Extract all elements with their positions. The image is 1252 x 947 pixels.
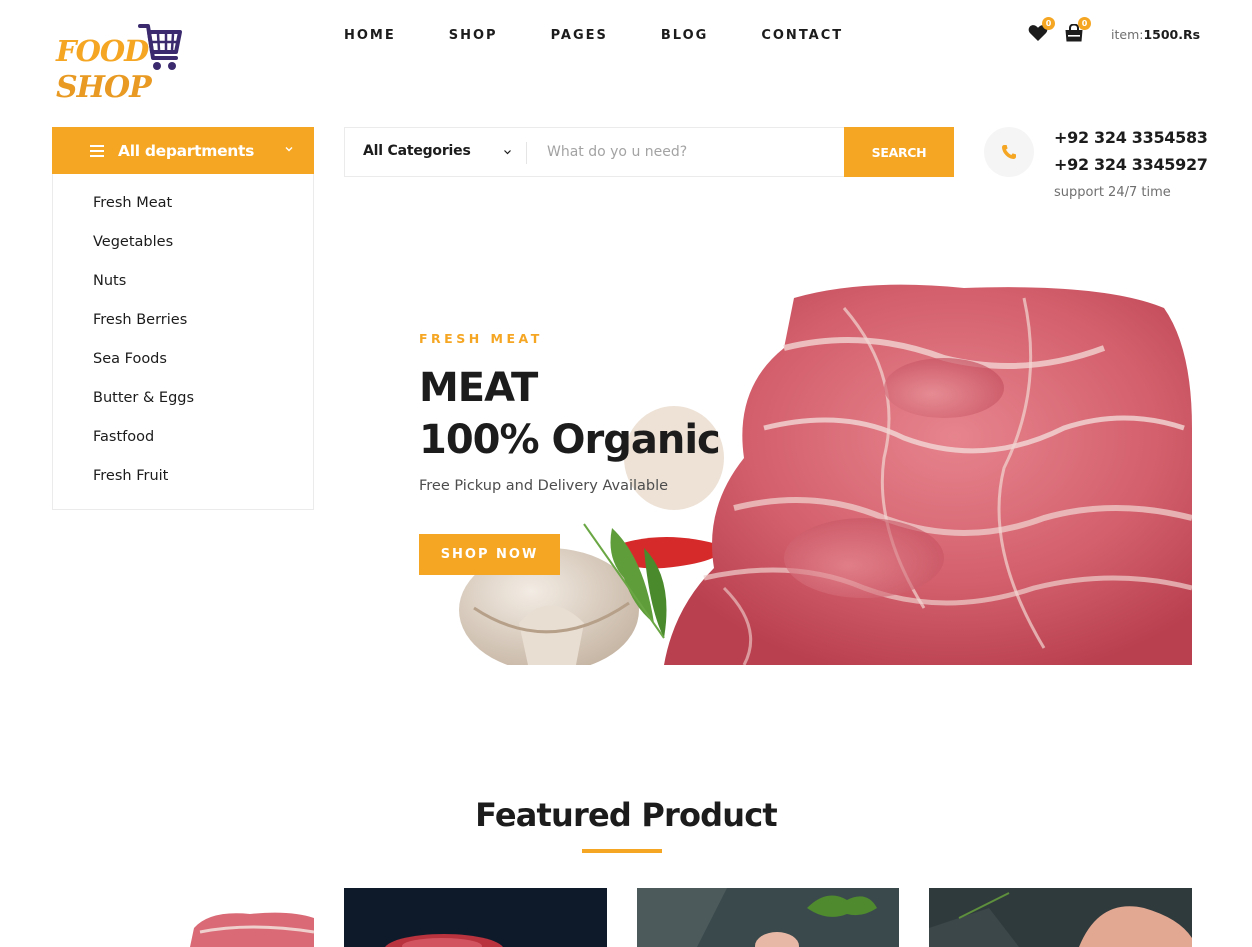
product-image-meat (190, 888, 314, 947)
search-form: All Categories SEARCH (344, 127, 954, 177)
chevron-down-icon (504, 150, 511, 155)
department-item[interactable]: Fresh Berries (93, 312, 187, 328)
departments-toggle[interactable]: All departments (52, 127, 314, 174)
wishlist-count-badge: 0 (1042, 17, 1055, 30)
product-card-image[interactable] (929, 888, 1192, 947)
department-item[interactable]: Fresh Meat (93, 195, 172, 211)
wishlist-button[interactable]: 0 (1028, 17, 1055, 42)
product-card-image[interactable] (190, 888, 314, 947)
cart-count-badge: 0 (1078, 17, 1091, 30)
department-item[interactable]: Fresh Fruit (93, 468, 168, 484)
department-item[interactable]: Butter & Eggs (93, 390, 194, 406)
department-item[interactable]: Vegetables (93, 234, 173, 250)
phone-number: +92 324 3345927 (1054, 155, 1208, 174)
cart-total-label: item: (1111, 27, 1144, 42)
product-card-image[interactable] (344, 888, 607, 947)
support-hours: support 24/7 time (1054, 185, 1171, 200)
phone-icon (1002, 145, 1016, 159)
site-logo[interactable]: FOOD SHOP (52, 22, 182, 110)
chevron-down-icon (285, 147, 293, 152)
featured-underline (582, 849, 662, 853)
hero-title: MEAT 100% Organic (419, 362, 721, 466)
phone-icon-circle (984, 127, 1034, 177)
department-item[interactable]: Nuts (93, 273, 126, 289)
department-item[interactable]: Sea Foods (93, 351, 167, 367)
nav-contact[interactable]: CONTACT (761, 28, 843, 44)
hero-subtitle: Free Pickup and Delivery Available (419, 478, 669, 494)
phone-number: +92 324 3354583 (1054, 128, 1208, 147)
main-nav: HOME SHOP PAGES BLOG CONTACT (344, 28, 896, 44)
menu-icon (90, 144, 104, 157)
nav-blog[interactable]: BLOG (661, 28, 708, 44)
cart-total: item:1500.Rs (1111, 27, 1200, 42)
hero-title-line: 100% Organic (419, 417, 721, 463)
departments-title: All departments (118, 141, 255, 160)
cart-icon (138, 24, 182, 70)
logo-word-food: FOOD (56, 34, 149, 68)
department-item[interactable]: Fastfood (93, 429, 154, 445)
product-card-image[interactable] (637, 888, 899, 947)
featured-title: Featured Product (475, 796, 778, 834)
departments-list: Fresh Meat Vegetables Nuts Fresh Berries… (52, 174, 314, 510)
nav-shop[interactable]: SHOP (449, 28, 498, 44)
logo-word-shop: SHOP (56, 70, 152, 105)
search-divider (526, 142, 527, 164)
product-image-poultry (929, 888, 1192, 947)
hero-eyebrow: FRESH MEAT (419, 331, 543, 346)
cart-button[interactable]: 0 (1064, 17, 1091, 42)
nav-home[interactable]: HOME (344, 28, 396, 44)
nav-pages[interactable]: PAGES (551, 28, 608, 44)
shop-now-button[interactable]: SHOP NOW (419, 534, 560, 575)
search-input[interactable] (535, 129, 835, 175)
hero-title-line: MEAT (419, 365, 538, 411)
cart-total-value: 1500.Rs (1143, 27, 1201, 42)
product-image-chicken (637, 888, 899, 947)
search-button[interactable]: SEARCH (844, 127, 954, 177)
product-image-steak (344, 888, 607, 947)
category-select-value: All Categories (363, 143, 471, 159)
category-select[interactable]: All Categories (345, 128, 527, 176)
